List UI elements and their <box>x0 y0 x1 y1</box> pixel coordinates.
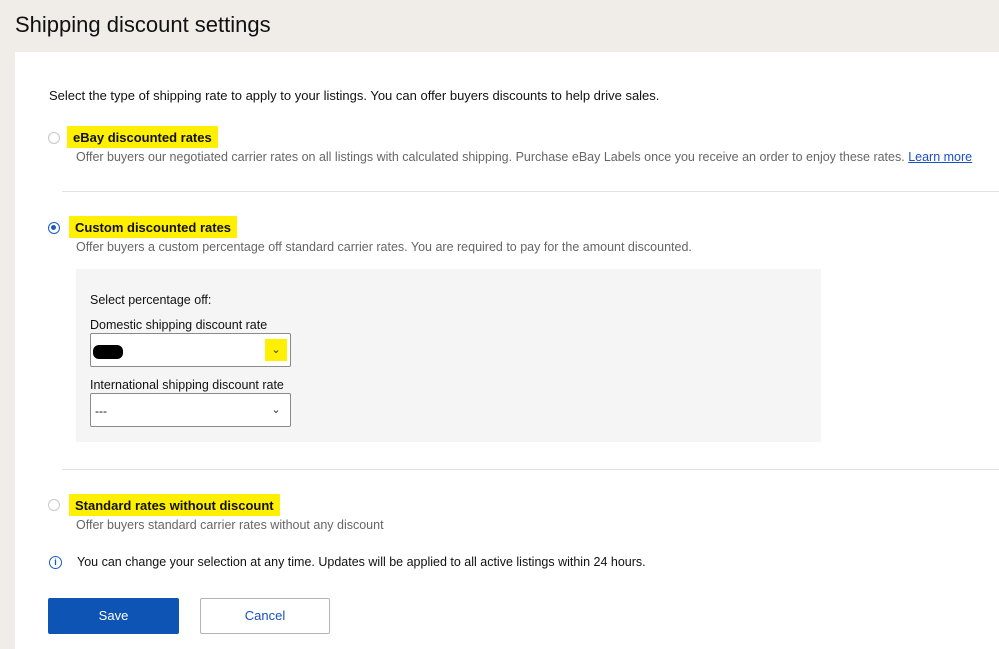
option-desc-standard-rates: Offer buyers standard carrier rates with… <box>76 518 384 532</box>
chevron-down-icon: ⌄ <box>265 339 287 361</box>
radio-custom-discounted[interactable] <box>48 222 60 234</box>
option-title-ebay-discounted: eBay discounted rates <box>67 126 218 148</box>
cancel-button[interactable]: Cancel <box>200 598 330 634</box>
learn-more-link[interactable]: Learn more <box>908 150 972 164</box>
save-button[interactable]: Save <box>48 598 179 634</box>
option-title-standard-rates: Standard rates without discount <box>69 494 280 516</box>
international-select-value: --- <box>95 404 107 418</box>
divider <box>62 469 999 470</box>
domestic-label: Domestic shipping discount rate <box>90 318 268 332</box>
page-title: Shipping discount settings <box>15 12 271 37</box>
option-desc-text: Offer buyers our negotiated carrier rate… <box>76 150 905 164</box>
international-discount-select[interactable]: --- ⌄ <box>90 393 291 427</box>
option-title-custom-discounted: Custom discounted rates <box>69 216 238 238</box>
info-circle-icon: i <box>49 556 62 569</box>
international-label: International shipping discount rate <box>90 378 284 392</box>
settings-panel: Select the type of shipping rate to appl… <box>15 52 999 649</box>
discount-settings-box: Select percentage off: Domestic shipping… <box>76 269 821 442</box>
intro-text: Select the type of shipping rate to appl… <box>49 88 660 103</box>
percentage-heading: Select percentage off: <box>90 293 212 307</box>
info-message: You can change your selection at any tim… <box>77 555 646 569</box>
radio-ebay-discounted[interactable] <box>48 132 60 144</box>
option-desc-ebay-discounted: Offer buyers our negotiated carrier rate… <box>76 150 972 164</box>
chevron-down-icon: ⌄ <box>271 404 281 416</box>
radio-standard-rates[interactable] <box>48 499 60 511</box>
option-desc-custom-discounted: Offer buyers a custom percentage off sta… <box>76 240 692 254</box>
divider <box>62 191 999 192</box>
redacted-value <box>93 345 123 359</box>
domestic-discount-select[interactable]: ⌄ <box>90 333 291 367</box>
